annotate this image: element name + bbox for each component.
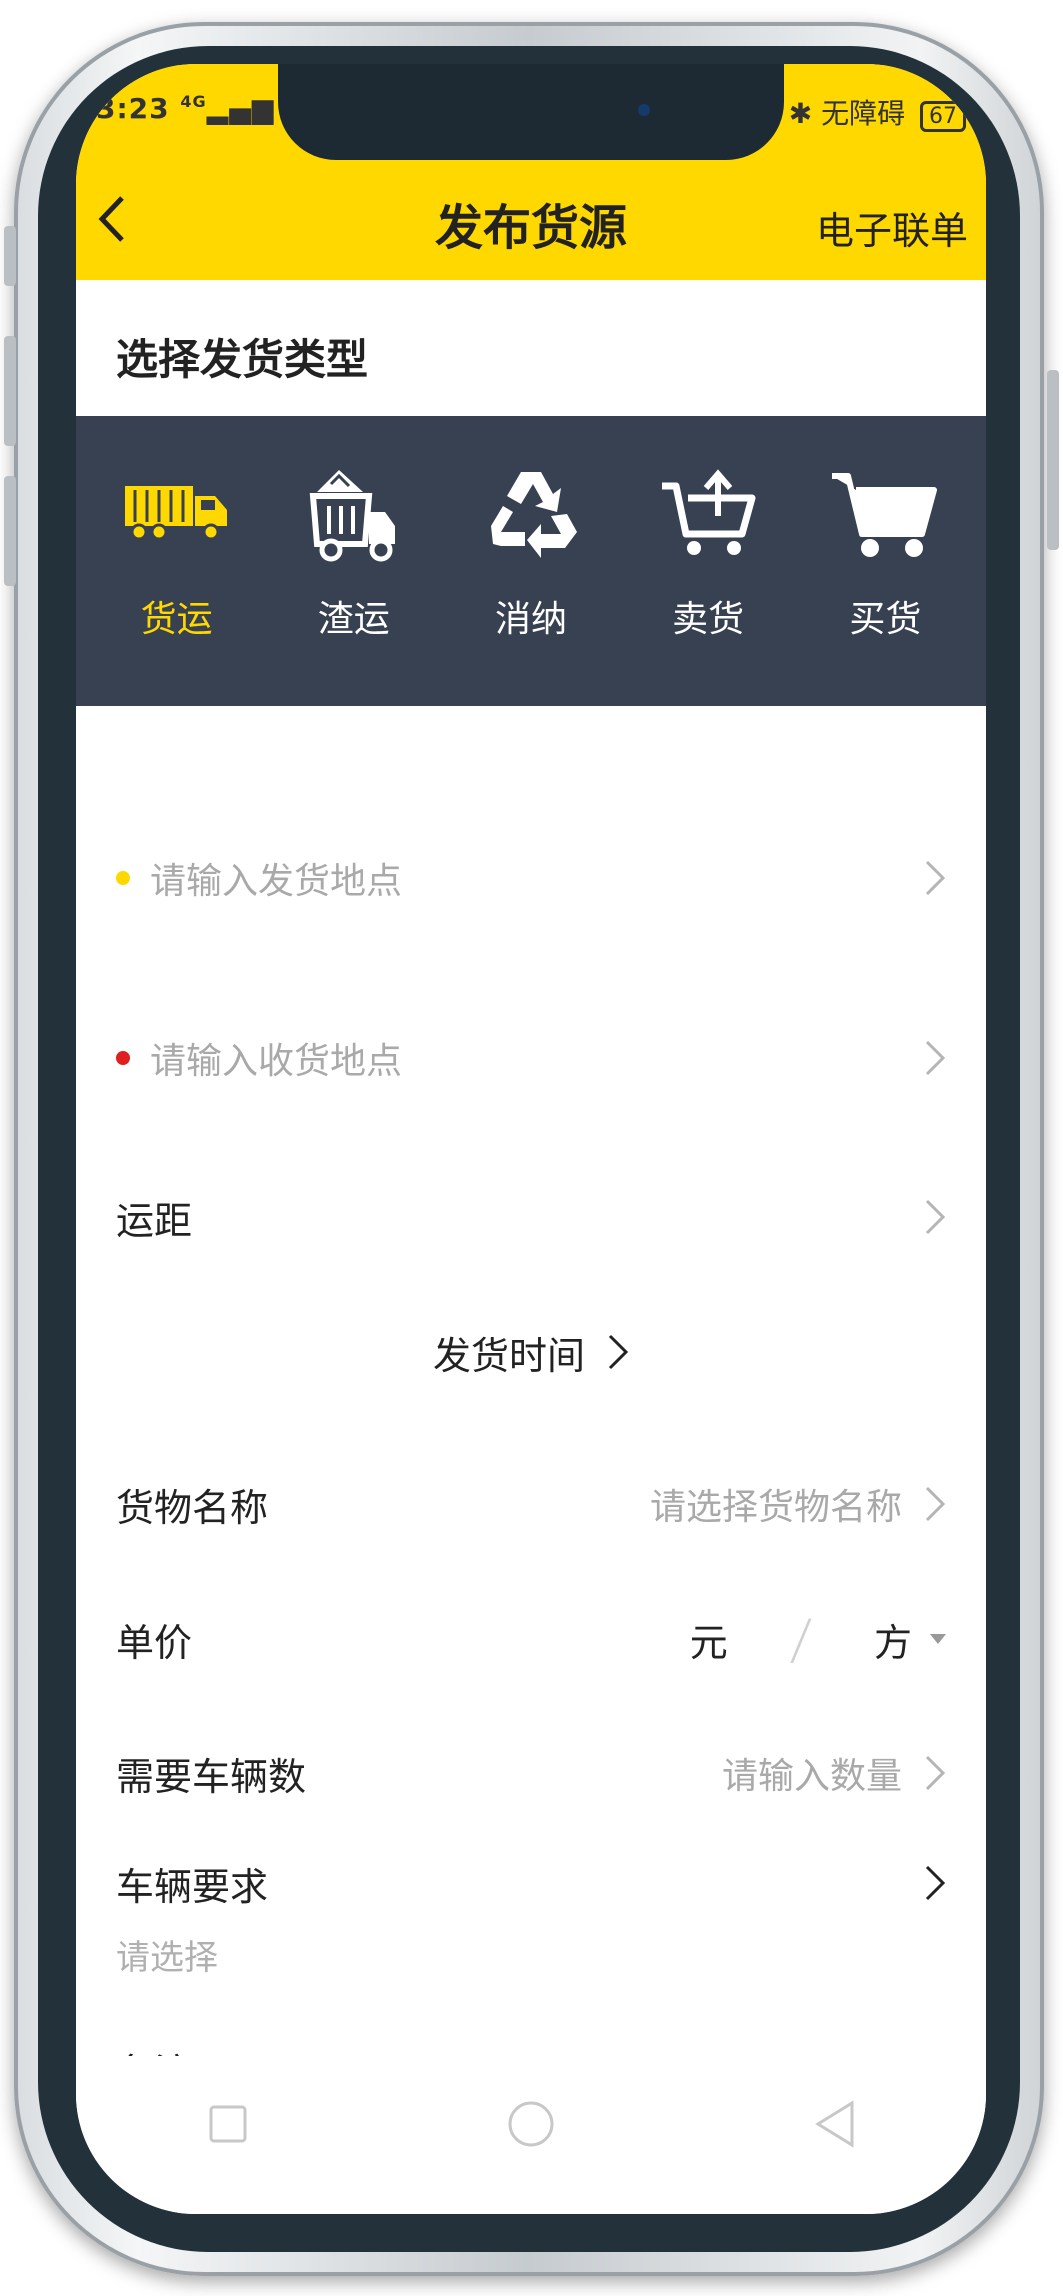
unit-select[interactable]: 方 <box>874 1612 912 1667</box>
pickup-location-row[interactable]: 请输入发货地点 <box>116 833 946 923</box>
tab-label: 货运 <box>140 599 213 640</box>
distance-label: 运距 <box>116 1198 193 1243</box>
camera-icon <box>638 104 650 116</box>
divider: / <box>788 1607 814 1671</box>
side-button <box>1047 370 1059 550</box>
caret-down-icon[interactable] <box>930 1634 946 1644</box>
tab-label: 卖货 <box>672 599 745 640</box>
vehicle-requirement-label: 车辆要求 <box>116 1864 269 1909</box>
unit-price-label: 单价 <box>116 1620 193 1665</box>
delivery-location-row[interactable]: 请输入收货地点 <box>116 1013 946 1103</box>
chevron-right-icon <box>924 1485 946 1523</box>
tab-muck-transport[interactable]: 渣运 <box>269 416 439 706</box>
battery-icon: 67 <box>920 101 966 132</box>
camera-notch <box>278 64 784 160</box>
vehicle-count-label: 需要车辆数 <box>116 1754 307 1799</box>
system-nav-bar <box>76 2074 986 2214</box>
signal-label: 4G <box>180 92 207 111</box>
triangle-back-icon <box>815 2100 854 2148</box>
unit-price-input[interactable]: 元 <box>690 1612 728 1667</box>
tab-buy-goods[interactable]: 买货 <box>800 416 970 706</box>
side-button <box>4 336 16 446</box>
cart-icon <box>830 460 940 564</box>
delivery-dot <box>116 1051 130 1065</box>
remark-label: 备注 <box>116 2042 192 2056</box>
bluetooth-icon: ✱ <box>788 97 813 130</box>
signal-icon: ▂▄▆ <box>206 92 275 125</box>
chevron-right-icon <box>924 1754 946 1792</box>
side-button <box>4 476 16 586</box>
circle-icon <box>508 2101 554 2147</box>
section-title: 选择发货类型 <box>116 335 369 384</box>
cart-upload-icon <box>653 460 763 564</box>
chevron-right-icon <box>924 1198 946 1236</box>
recycle-icon <box>476 460 586 564</box>
chevron-right-icon <box>924 1039 946 1077</box>
recent-apps-button[interactable] <box>198 2094 258 2154</box>
tab-label: 买货 <box>849 599 922 640</box>
tab-sell-goods[interactable]: 卖货 <box>623 416 793 706</box>
app-screen: 3:23 4G▂▄▆ 4G▂▄▆ ◠ ✱ 无障碍 67 发布货源 电子联单 选择… <box>76 64 986 2214</box>
home-button[interactable] <box>501 2094 561 2154</box>
tab-label: 渣运 <box>317 599 390 640</box>
status-right: ✱ 无障碍 67 <box>789 92 966 132</box>
cargo-truck-icon <box>122 460 232 564</box>
status-time: 3:23 <box>96 92 170 125</box>
section-header: 选择发货类型 <box>76 280 986 416</box>
pickup-dot <box>116 871 130 885</box>
unit-price-row: 单价 元 / 方 <box>116 1594 946 1684</box>
side-button <box>4 226 16 286</box>
dump-truck-icon <box>299 460 409 564</box>
goods-name-select[interactable]: 请选择货物名称 <box>650 1478 902 1530</box>
tab-label: 消纳 <box>494 599 567 640</box>
distance-row[interactable]: 运距 <box>116 1172 946 1262</box>
square-icon <box>209 2105 247 2143</box>
ship-time-label: 发货时间 <box>432 1333 585 1378</box>
vehicle-count-input[interactable]: 请输入数量 <box>722 1747 902 1799</box>
vehicle-requirement-select[interactable]: 请选择 <box>116 1930 218 1979</box>
pickup-location-input[interactable]: 请输入发货地点 <box>150 852 402 904</box>
ship-time-row[interactable]: 发货时间 <box>76 1312 986 1392</box>
vehicle-count-row[interactable]: 需要车辆数 请输入数量 <box>116 1728 946 1818</box>
chevron-right-icon <box>924 1864 946 1902</box>
accessibility-label: 无障碍 <box>821 97 906 130</box>
vehicle-requirement-row[interactable]: 车辆要求 <box>116 1838 946 1928</box>
back-nav-button[interactable] <box>804 2094 864 2154</box>
chevron-right-icon <box>607 1333 629 1371</box>
electronic-manifest-link[interactable]: 电子联单 <box>816 200 968 255</box>
tab-disposal[interactable]: 消纳 <box>446 416 616 706</box>
app-header: 发布货源 电子联单 <box>76 160 986 280</box>
tab-cargo[interactable]: 货运 <box>92 416 262 706</box>
goods-name-label: 货物名称 <box>116 1485 269 1530</box>
chevron-right-icon <box>924 859 946 897</box>
goods-name-row[interactable]: 货物名称 请选择货物名称 <box>116 1459 946 1549</box>
shipping-type-tabs: 货运 渣运 消纳 卖货 买货 <box>76 416 986 706</box>
delivery-location-input[interactable]: 请输入收货地点 <box>150 1032 402 1084</box>
